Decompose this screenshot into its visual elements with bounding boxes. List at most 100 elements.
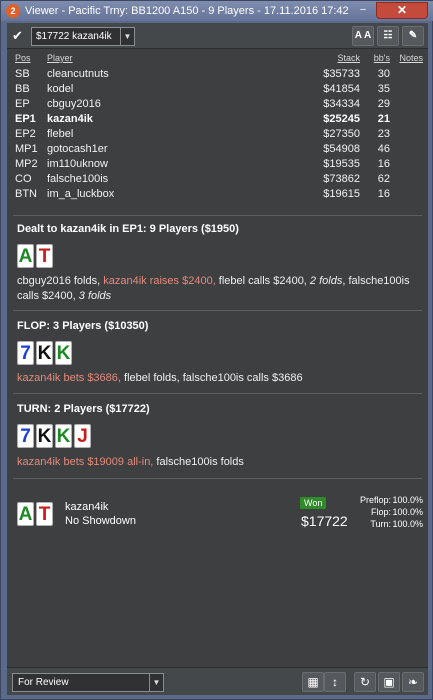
- row-bbs: 35: [377, 82, 390, 95]
- player-select-value: $17722 kazan4ik: [36, 31, 112, 42]
- row-stack: $19615: [323, 187, 360, 200]
- card-king-clubs: K: [55, 424, 72, 448]
- row-stack: $25245: [323, 112, 360, 125]
- turn-cards: 7 K K J: [17, 424, 91, 448]
- flop-actions: kazan4ik bets $3686, flebel folds, falsc…: [17, 371, 419, 386]
- row-player: gotocash1er: [47, 142, 108, 155]
- minimize-button[interactable]: –: [353, 4, 373, 18]
- pencil-icon[interactable]: ✎: [402, 26, 424, 46]
- player-select[interactable]: $17722 kazan4ik ▼: [31, 27, 135, 46]
- row-pos: EP2: [15, 127, 36, 140]
- table-row[interactable]: BTN im_a_luckbox $19615 16: [15, 186, 423, 201]
- row-stack: $41854: [323, 82, 360, 95]
- equity-stat: Preflop: 100.0%: [345, 495, 423, 505]
- header-pos[interactable]: Pos: [15, 53, 31, 63]
- hero-action-text: kazan4ik raises $2400,: [103, 275, 216, 287]
- hero-action-text: kazan4ik bets $19009 all-in,: [17, 456, 154, 468]
- grid-icon[interactable]: ☷: [377, 26, 399, 46]
- row-player: cbguy2016: [47, 97, 101, 110]
- close-button[interactable]: ✕: [376, 2, 428, 19]
- header-player[interactable]: Player: [47, 53, 73, 63]
- preflop-actions: cbguy2016 folds, kazan4ik raises $2400, …: [17, 274, 419, 304]
- table-row[interactable]: EP2 flebel $27350 23: [15, 126, 423, 141]
- row-player: falsche100is: [47, 172, 109, 185]
- row-stack: $54908: [323, 142, 360, 155]
- card-ten-hearts: T: [36, 244, 53, 268]
- row-pos: CO: [15, 172, 32, 185]
- twitter-icon[interactable]: ❧: [402, 672, 424, 692]
- row-player: kazan4ik: [47, 112, 93, 125]
- table-row[interactable]: SB cleancutnuts $35733 30: [15, 66, 423, 81]
- row-pos: SB: [15, 67, 30, 80]
- card-ace-clubs: A: [17, 502, 34, 526]
- header-stack[interactable]: Stack: [337, 53, 360, 63]
- bottom-toolbar: For Review ▼ ▦ ↕ ↻ ▣ ❧: [7, 667, 428, 695]
- stat-label: Turn:: [370, 519, 391, 529]
- stat-label: Preflop:: [359, 495, 391, 505]
- equity-stat: Flop: 100.0%: [345, 507, 423, 517]
- top-toolbar: ✔ $17722 kazan4ik ▼ A A ☷ ✎: [7, 23, 428, 49]
- review-status-value: For Review: [18, 677, 69, 688]
- flop-title: FLOP: 3 Players ($10350): [17, 320, 149, 332]
- card-king-spades: K: [36, 424, 53, 448]
- card-seven-diamonds: 7: [17, 424, 34, 448]
- stat-value: 100.0%: [392, 507, 423, 517]
- calendar-icon[interactable]: ▦: [302, 672, 324, 692]
- divider: [13, 393, 422, 394]
- row-player: cleancutnuts: [47, 67, 109, 80]
- summary-player: kazan4ik: [65, 501, 109, 513]
- viewer-content: ✔ $17722 kazan4ik ▼ A A ☷ ✎ Pos Player S…: [7, 23, 428, 695]
- row-player: im110uknow: [47, 157, 108, 170]
- row-stack: $73862: [323, 172, 360, 185]
- folds-text: 3 folds: [78, 290, 112, 302]
- header-bbs[interactable]: bb's: [374, 53, 390, 63]
- row-pos: BTN: [15, 187, 37, 200]
- chevron-down-icon[interactable]: ▼: [149, 674, 163, 691]
- save-icon[interactable]: ▣: [378, 672, 400, 692]
- players-table-header: Pos Player Stack bb's Notes: [15, 53, 423, 66]
- equity-stat: Turn: 100.0%: [345, 519, 423, 529]
- row-pos: MP2: [15, 157, 38, 170]
- hero-action-text: kazan4ik bets $3686,: [17, 372, 121, 384]
- stat-value: 100.0%: [392, 495, 423, 505]
- row-bbs: 30: [377, 67, 390, 80]
- refresh-icon[interactable]: ↻: [354, 672, 376, 692]
- players-table: Pos Player Stack bb's Notes SB cleancutn…: [15, 53, 423, 201]
- row-bbs: 16: [377, 187, 390, 200]
- card-ten-hearts: T: [36, 502, 53, 526]
- summary-cards: A T: [17, 502, 53, 526]
- table-row[interactable]: BB kodel $41854 35: [15, 81, 423, 96]
- hole-cards: A T: [17, 244, 53, 268]
- review-status-select[interactable]: For Review ▼: [12, 673, 164, 692]
- row-stack: $19535: [323, 157, 360, 170]
- row-bbs: 62: [377, 172, 390, 185]
- row-player: kodel: [47, 82, 74, 95]
- app-logo-icon: 2: [6, 4, 20, 18]
- checkmark-icon[interactable]: ✔: [12, 29, 26, 43]
- stat-label: Flop:: [370, 507, 391, 517]
- row-bbs: 46: [377, 142, 390, 155]
- won-badge: Won: [300, 497, 327, 509]
- summary-showdown: No Showdown: [65, 515, 136, 527]
- font-size-button[interactable]: A A: [352, 26, 374, 46]
- row-pos: BB: [15, 82, 30, 95]
- table-row[interactable]: MP1 gotocash1er $54908 46: [15, 141, 423, 156]
- action-text: cbguy2016 folds,: [17, 275, 104, 287]
- chevron-down-icon[interactable]: ▼: [120, 28, 134, 45]
- won-amount: $17722: [301, 513, 348, 529]
- row-player: im_a_luckbox: [47, 187, 115, 200]
- card-ace-clubs: A: [17, 244, 34, 268]
- row-pos: EP: [15, 97, 30, 110]
- table-row-hero[interactable]: EP1 kazan4ik $25245 21: [15, 111, 423, 126]
- table-row[interactable]: EP cbguy2016 $34334 29: [15, 96, 423, 111]
- viewer-window: 2 Viewer - Pacific Trny: BB1200 A150 - 9…: [0, 0, 433, 700]
- table-row[interactable]: MP2 im110uknow $19535 16: [15, 156, 423, 171]
- header-notes[interactable]: Notes: [399, 53, 423, 63]
- action-text: falsche100is folds: [153, 456, 244, 468]
- sort-icon[interactable]: ↕: [324, 672, 346, 692]
- table-row[interactable]: CO falsche100is $73862 62: [15, 171, 423, 186]
- divider: [13, 215, 422, 216]
- title-bar[interactable]: 2 Viewer - Pacific Trny: BB1200 A150 - 9…: [1, 1, 433, 21]
- action-text: flebel calls $2400,: [215, 275, 310, 287]
- divider: [13, 310, 422, 311]
